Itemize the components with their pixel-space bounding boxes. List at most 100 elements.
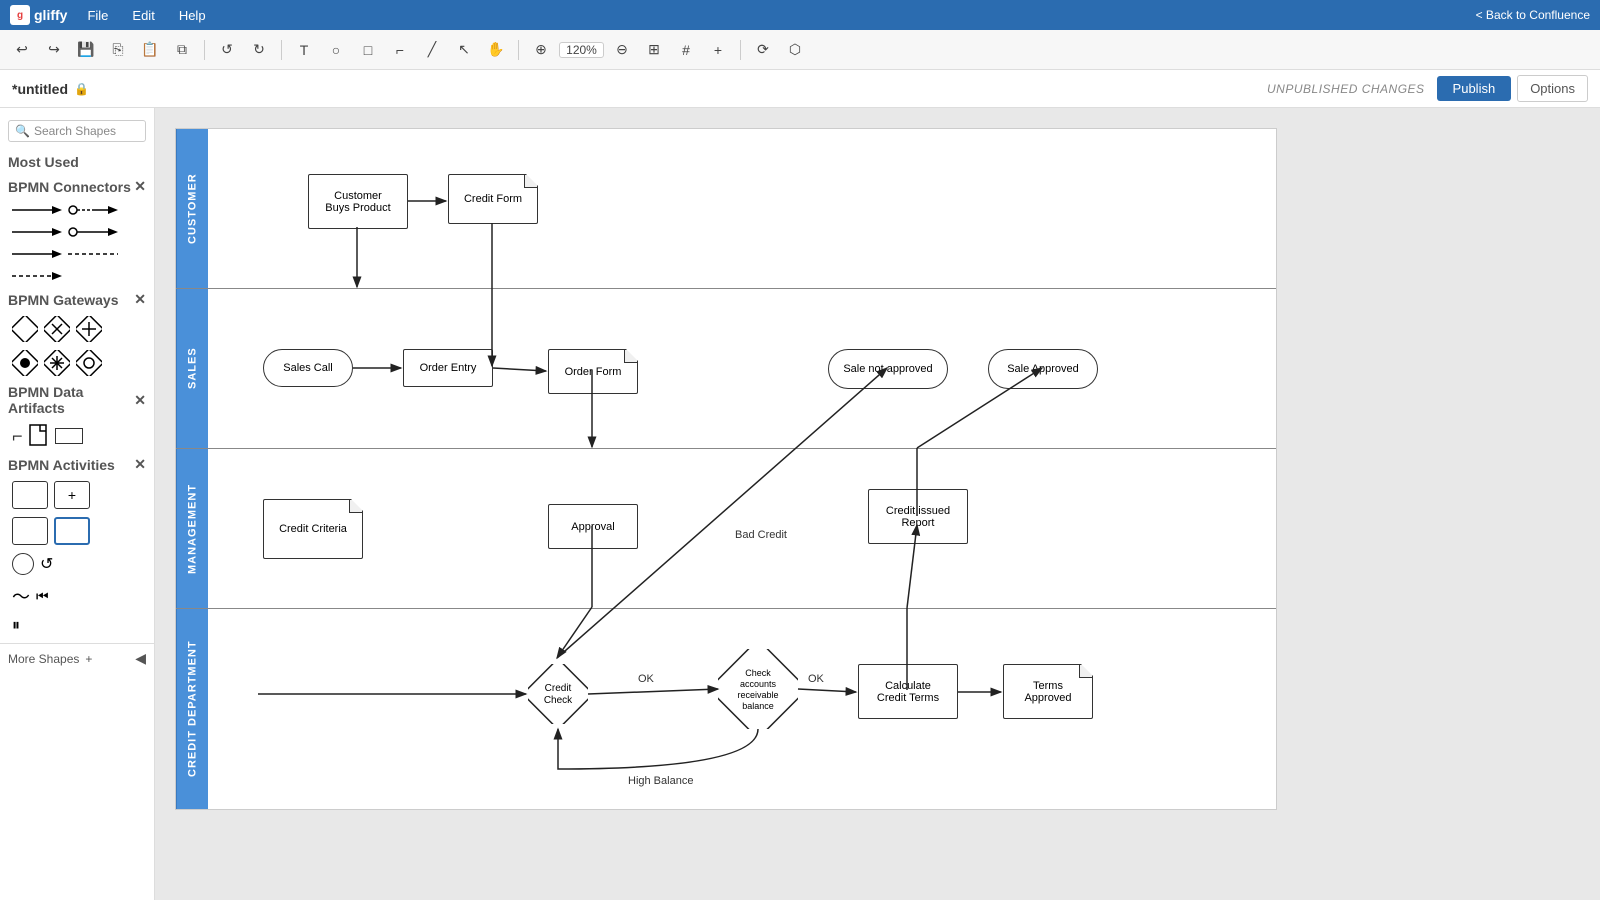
redo2-button[interactable]: ↻	[245, 36, 273, 64]
shape-sale-approved[interactable]: Sale Approved	[988, 349, 1098, 389]
svg-text:OK: OK	[638, 673, 655, 685]
connector-circle-arrow[interactable]	[68, 225, 118, 239]
data-rect-shape[interactable]	[55, 428, 83, 444]
activities-row-5: ⏸	[0, 613, 154, 639]
circle-tool[interactable]: ○	[322, 36, 350, 64]
layers-button[interactable]: ⬡	[781, 36, 809, 64]
line-tool[interactable]: ╱	[418, 36, 446, 64]
gateway-circle[interactable]	[76, 350, 102, 376]
copy-button[interactable]: ⎘	[104, 36, 132, 64]
shape-credit-check[interactable]: Credit Check	[528, 664, 588, 724]
gateways-close[interactable]: ✕	[134, 291, 146, 308]
activities-row-2	[0, 513, 154, 549]
section-gateways[interactable]: BPMN Gateways ✕	[0, 287, 154, 312]
section-most-used: Most Used	[0, 150, 154, 174]
activity-sub-process[interactable]: +	[54, 481, 90, 509]
shape-order-entry[interactable]: Order Entry	[403, 349, 493, 387]
canvas[interactable]: CUSTOMER CustomerBuys Product Credit For…	[155, 108, 1600, 900]
lane-credit-label: CREDIT DEPARTMENT	[176, 609, 208, 809]
activity-task[interactable]	[12, 481, 48, 509]
zoom-in-button[interactable]: ⊕	[527, 36, 555, 64]
shape-credit-form[interactable]: Credit Form	[448, 174, 538, 224]
back-to-confluence[interactable]: < Back to Confluence	[1476, 8, 1590, 22]
hand-tool[interactable]: ✋	[482, 36, 510, 64]
lane-management-label: MANAGEMENT	[176, 449, 208, 608]
gateways-row-2	[0, 346, 154, 380]
connector-solid-line[interactable]	[12, 247, 62, 261]
connector-dotted-circle-arrow[interactable]	[68, 203, 118, 217]
svg-text:balance: balance	[742, 701, 774, 711]
shape-approval[interactable]: Approval	[548, 504, 638, 549]
connector-tool[interactable]: ⌐	[386, 36, 414, 64]
clone-button[interactable]: ⧉	[168, 36, 196, 64]
undo-button[interactable]: ↩	[8, 36, 36, 64]
shape-calculate-terms[interactable]: CalculateCredit Terms	[858, 664, 958, 719]
menu-file[interactable]: File	[83, 6, 112, 25]
more-shapes-bar[interactable]: More Shapes + ◀	[0, 643, 154, 673]
connectors-close[interactable]: ✕	[134, 178, 146, 195]
gateway-x[interactable]	[44, 316, 70, 342]
gateway-empty[interactable]	[12, 316, 38, 342]
gateway-asterisk[interactable]	[44, 350, 70, 376]
sidebar: 🔍 Search Shapes Most Used BPMN Connector…	[0, 108, 155, 900]
section-connectors[interactable]: BPMN Connectors ✕	[0, 174, 154, 199]
activities-row-4: 〜 ⏮	[0, 579, 154, 613]
redo-button[interactable]: ↪	[40, 36, 68, 64]
more-shapes-label: More Shapes	[8, 652, 79, 666]
shape-credit-criteria[interactable]: Credit Criteria	[263, 499, 363, 559]
search-box[interactable]: 🔍 Search Shapes	[8, 120, 146, 142]
lane-sales-content: Sales Call Order Entry Order Form Sale	[208, 289, 1276, 448]
shape-terms-approved[interactable]: TermsApproved	[1003, 664, 1093, 719]
options-button[interactable]: Options	[1517, 75, 1588, 102]
sidebar-collapse-icon[interactable]: ◀	[135, 650, 146, 667]
gateway-dot[interactable]	[12, 350, 38, 376]
paste-button[interactable]: 📋	[136, 36, 164, 64]
activities-label: BPMN Activities	[8, 457, 115, 473]
rotate-button[interactable]: ⟳	[749, 36, 777, 64]
doc-title[interactable]: *untitled	[12, 81, 68, 97]
section-data-artifacts[interactable]: BPMN Data Artifacts ✕	[0, 380, 154, 420]
plus-tool[interactable]: +	[704, 36, 732, 64]
shape-credit-issued-report[interactable]: Credit issuedReport	[868, 489, 968, 544]
activity-pause[interactable]: ⏸	[12, 617, 20, 635]
unpublished-status: UNPUBLISHED CHANGES	[1267, 82, 1425, 96]
menu-edit[interactable]: Edit	[128, 6, 158, 25]
activities-row-3: ↺	[0, 549, 154, 579]
fit-button[interactable]: ⊞	[640, 36, 668, 64]
shape-check-accounts[interactable]: Check accounts receivable balance	[718, 649, 798, 729]
shape-customer-buys[interactable]: CustomerBuys Product	[308, 174, 408, 229]
shape-sales-call[interactable]: Sales Call	[263, 349, 353, 387]
save-button[interactable]: 💾	[72, 36, 100, 64]
zoom-out-button[interactable]: ⊖	[608, 36, 636, 64]
section-activities[interactable]: BPMN Activities ✕	[0, 452, 154, 477]
publish-button[interactable]: Publish	[1437, 76, 1512, 101]
activities-close[interactable]: ✕	[134, 456, 146, 473]
grid-button[interactable]: #	[672, 36, 700, 64]
connector-row-2	[0, 221, 154, 243]
gateway-plus[interactable]	[76, 316, 102, 342]
activity-selected[interactable]	[54, 517, 90, 545]
toolbar: ↩ ↪ 💾 ⎘ 📋 ⧉ ↺ ↻ T ○ □ ⌐ ╱ ↖ ✋ ⊕ 120% ⊖ ⊞…	[0, 30, 1600, 70]
activity-event[interactable]	[12, 553, 34, 575]
activity-task2[interactable]	[12, 517, 48, 545]
connector-dashed-arrow[interactable]	[12, 269, 62, 283]
activity-loop[interactable]: ↺	[40, 554, 53, 574]
rect-tool[interactable]: □	[354, 36, 382, 64]
svg-text:OK: OK	[808, 673, 825, 685]
logo-icon: g	[10, 5, 30, 25]
menu-help[interactable]: Help	[175, 6, 210, 25]
pointer-tool[interactable]: ↖	[450, 36, 478, 64]
undo2-button[interactable]: ↺	[213, 36, 241, 64]
separator-4	[740, 40, 741, 60]
connector-dashed-line[interactable]	[68, 247, 118, 261]
activity-wavy[interactable]: 〜	[12, 583, 30, 609]
shape-order-form[interactable]: Order Form	[548, 349, 638, 394]
connector-solid-arrow2[interactable]	[12, 225, 62, 239]
bracket-shape[interactable]: ⌐	[12, 426, 23, 447]
activity-rewind[interactable]: ⏮	[36, 588, 49, 605]
document-shape[interactable]	[29, 424, 49, 448]
shape-sale-not-approved[interactable]: Sale not approved	[828, 349, 948, 389]
text-tool[interactable]: T	[290, 36, 318, 64]
data-artifacts-close[interactable]: ✕	[134, 392, 146, 409]
connector-solid-arrow[interactable]	[12, 203, 62, 217]
